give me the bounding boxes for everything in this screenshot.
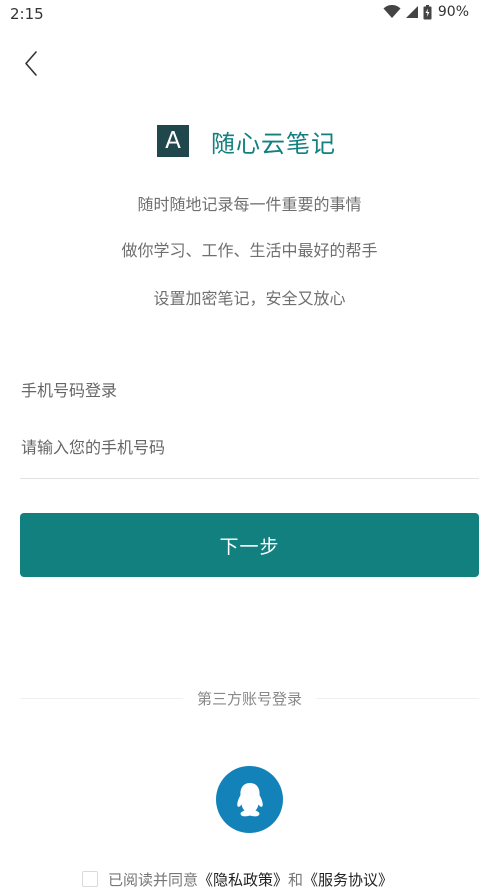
agreement-and: 和 bbox=[288, 870, 304, 887]
brand: A 随心云笔记 bbox=[157, 124, 336, 158]
qq-penguin-icon bbox=[236, 782, 263, 816]
wifi-icon bbox=[383, 5, 401, 18]
app-name: 随心云笔记 bbox=[211, 129, 336, 158]
third-party-label-text: 第三方账号登录 bbox=[182, 690, 316, 708]
qq-login-button[interactable] bbox=[216, 766, 283, 833]
status-time: 2:15 bbox=[10, 5, 44, 23]
third-party-label: 第三方账号登录 bbox=[0, 688, 499, 709]
login-screen: 2:15 90% A 随心云笔记 随时随地记录每一件重要的事情 做你学习、工作、… bbox=[0, 0, 499, 887]
phone-login-title: 手机号码登录 bbox=[21, 381, 118, 400]
phone-number-input[interactable] bbox=[21, 432, 479, 462]
service-agreement-link[interactable]: 《服务协议》 bbox=[303, 869, 393, 887]
status-bar: 2:15 90% bbox=[0, 0, 499, 28]
battery-icon bbox=[423, 4, 432, 19]
app-logo: A bbox=[157, 125, 189, 157]
status-icons: 90% bbox=[383, 4, 469, 20]
cellular-signal-icon bbox=[405, 6, 418, 18]
input-underline bbox=[20, 478, 479, 479]
agreement-checkbox[interactable] bbox=[82, 871, 98, 887]
tagline-2: 做你学习、工作、生活中最好的帮手 bbox=[121, 241, 378, 260]
agreement-text: 已阅读并同意 bbox=[108, 870, 199, 887]
tagline-3: 设置加密笔记，安全又放心 bbox=[153, 289, 346, 308]
battery-percent: 90% bbox=[437, 4, 469, 20]
back-button[interactable] bbox=[18, 48, 48, 80]
next-button[interactable]: 下一步 bbox=[20, 513, 479, 577]
chevron-left-icon bbox=[25, 51, 37, 76]
agreement-row: 已阅读并同意 《隐私政策》 和 《服务协议》 bbox=[82, 868, 393, 887]
privacy-policy-link[interactable]: 《隐私政策》 bbox=[198, 869, 288, 887]
tagline-1: 随时随地记录每一件重要的事情 bbox=[137, 195, 362, 214]
